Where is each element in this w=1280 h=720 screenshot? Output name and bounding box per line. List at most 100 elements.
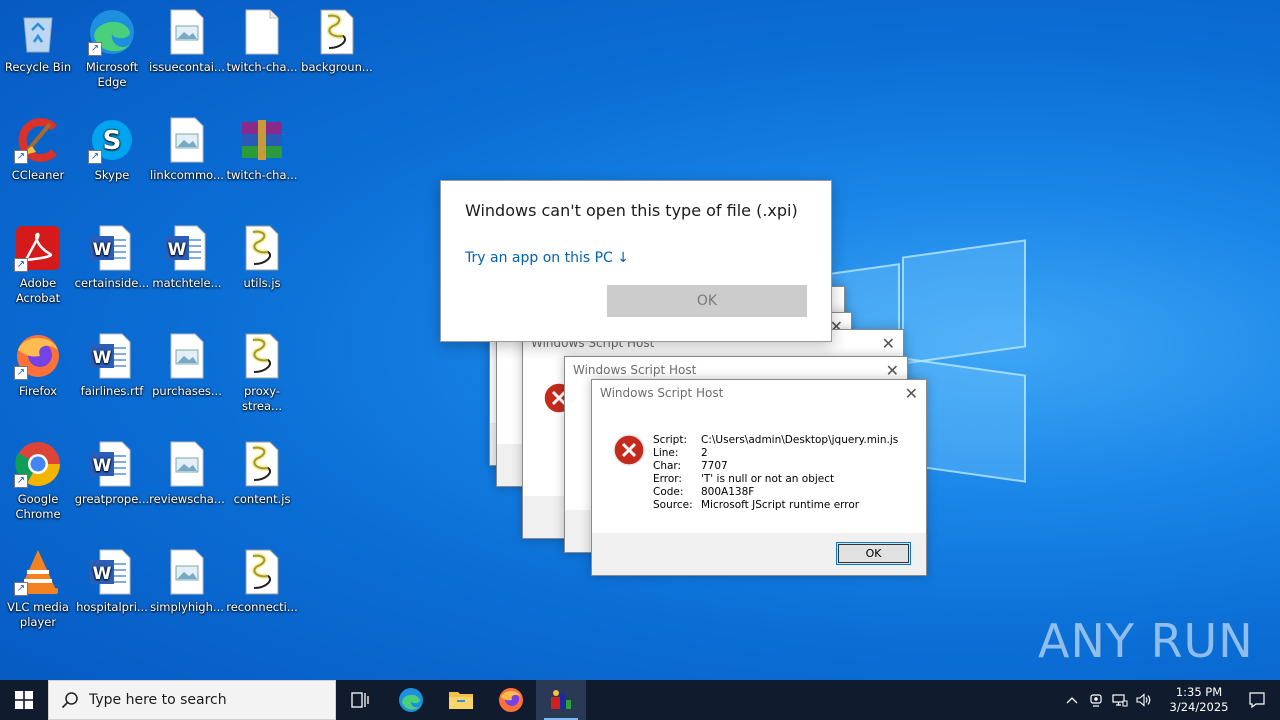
desktop-icon[interactable]: proxy-strea... [224, 332, 300, 414]
desktop-icon[interactable]: twitch-cha... [224, 116, 300, 183]
error-field-value: 800A138F [701, 486, 755, 498]
svg-text:S: S [103, 126, 122, 156]
task-view-button[interactable] [336, 680, 386, 720]
desktop-icon[interactable]: Whospitalpri... [74, 548, 150, 615]
desktop-icon[interactable]: reviewscha... [149, 440, 225, 507]
desktop-icon-label: CCleaner [11, 168, 65, 182]
close-icon[interactable]: ✕ [905, 384, 918, 403]
desktop-icon-label: Google Chrome [15, 492, 61, 521]
firefox-icon [499, 688, 523, 712]
error-field-key: Code: [653, 486, 684, 498]
folder-icon [449, 692, 473, 709]
error-field-key: Script: [653, 434, 687, 446]
watermark-text: ANY RUN [1038, 614, 1254, 668]
desktop-icon-label: linkcommo... [150, 168, 224, 182]
start-button[interactable] [0, 680, 48, 720]
ok-button-disabled: OK [607, 285, 807, 317]
desktop-icon[interactable]: linkcommo... [149, 116, 225, 183]
desktop-icon-label: proxy-strea... [241, 384, 283, 413]
edge-icon: ↗ [88, 8, 136, 56]
shortcut-arrow-icon: ↗ [14, 582, 28, 596]
winrar-icon [238, 116, 286, 164]
error-field-value: 7707 [701, 460, 728, 472]
network-icon[interactable] [1108, 680, 1132, 720]
desktop-icon[interactable]: simplyhigh... [149, 548, 225, 615]
error-field-value: 'T' is null or not an object [701, 473, 835, 485]
ok-button[interactable]: OK [836, 542, 911, 565]
search-icon [61, 692, 78, 709]
desktop-icon[interactable]: purchases... [149, 332, 225, 399]
search-input[interactable] [89, 692, 319, 708]
desktop-icon[interactable]: Recycle Bin [0, 8, 76, 75]
volume-icon[interactable] [1132, 680, 1156, 720]
script-file-icon [238, 332, 286, 380]
shortcut-arrow-icon: ↗ [14, 366, 28, 380]
desktop-icon[interactable]: backgroun... [299, 8, 375, 75]
image-file-icon [163, 548, 211, 596]
desktop-icon[interactable]: reconnecti... [224, 548, 300, 615]
desktop-icon[interactable]: utils.js [224, 224, 300, 291]
script-file-icon [238, 440, 286, 488]
taskbar-clock[interactable]: 1:35 PM 3/24/2025 [1164, 685, 1234, 715]
image-file-icon [163, 116, 211, 164]
taskbar-firefox[interactable] [486, 680, 536, 720]
desktop-icon[interactable]: Wmatchtele... [149, 224, 225, 291]
desktop-icon[interactable]: ↗ Microsoft Edge [74, 8, 150, 90]
try-app-link[interactable]: Try an app on this PC ↓ [465, 250, 629, 266]
taskbar-file-explorer[interactable] [436, 680, 486, 720]
script-file-icon [238, 224, 286, 272]
skype-icon: S ↗ [88, 116, 136, 164]
desktop-icon-label: Recycle Bin [4, 60, 72, 74]
error-icon [613, 434, 645, 466]
desktop-icon[interactable]: ↗ VLC media player [0, 548, 76, 630]
close-icon[interactable]: ✕ [882, 334, 895, 353]
error-field-value: 2 [701, 447, 708, 459]
desktop-icon-label: utils.js [243, 276, 281, 290]
wsh-error-dialog[interactable]: Windows Script Host ✕ Script: C:\Users\ad… [591, 379, 927, 576]
script-host-app-icon [551, 690, 571, 709]
desktop-icon-label: Skype [94, 168, 130, 182]
desktop-icon-label: twitch-cha... [226, 60, 298, 74]
chevron-up-icon[interactable] [1060, 680, 1084, 720]
image-file-icon [163, 8, 211, 56]
desktop-icon-label: certainside... [74, 276, 150, 290]
taskbar-edge[interactable] [386, 680, 436, 720]
desktop-icon[interactable]: ↗ Adobe Acrobat [0, 224, 76, 306]
close-icon[interactable]: ✕ [886, 361, 899, 380]
error-details: Script: C:\Users\admin\Desktop\jquery.min… [653, 434, 898, 512]
desktop-icon-label: reviewscha... [149, 492, 225, 506]
shortcut-arrow-icon: ↗ [14, 150, 28, 164]
taskbar-search[interactable] [48, 680, 336, 720]
svg-text:W: W [93, 564, 112, 584]
webcam-icon[interactable] [1084, 680, 1108, 720]
desktop-icon[interactable]: ↗ Firefox [0, 332, 76, 399]
desktop-icon-label: content.js [233, 492, 291, 506]
desktop-icon[interactable]: issuecontai... [149, 8, 225, 75]
open-with-dialog[interactable]: Windows can't open this type of file (.x… [440, 180, 832, 342]
action-center-button[interactable] [1234, 680, 1280, 720]
desktop-icon-label: twitch-cha... [226, 168, 298, 182]
desktop-icon[interactable]: ↗ CCleaner [0, 116, 76, 183]
svg-text:W: W [93, 240, 112, 260]
desktop-icon[interactable]: twitch-cha... [224, 8, 300, 75]
desktop-icon-label: purchases... [152, 384, 222, 398]
error-field-key: Char: [653, 460, 682, 472]
desktop-icon[interactable]: Wgreatprope... [74, 440, 150, 507]
image-file-icon [163, 440, 211, 488]
dialog-title: Windows Script Host [573, 363, 697, 377]
script-file-icon [313, 8, 361, 56]
svg-text:W: W [93, 456, 112, 476]
anyrun-watermark: ANY RUN [1038, 606, 1254, 676]
desktop-icon[interactable]: S ↗ Skype [74, 116, 150, 183]
taskbar-running-app[interactable] [536, 680, 586, 720]
desktop-icon[interactable]: Wcertainside... [74, 224, 150, 291]
desktop-icon[interactable]: ↗ Google Chrome [0, 440, 76, 522]
desktop-icon[interactable]: content.js [224, 440, 300, 507]
desktop-icon[interactable]: Wfairlines.rtf [74, 332, 150, 399]
image-file-icon [163, 332, 211, 380]
blank-file-icon [238, 8, 286, 56]
recycle-bin-icon [14, 8, 62, 56]
acrobat-icon: ↗ [14, 224, 62, 272]
word-file-icon: W [88, 224, 136, 272]
svg-text:W: W [168, 240, 187, 260]
